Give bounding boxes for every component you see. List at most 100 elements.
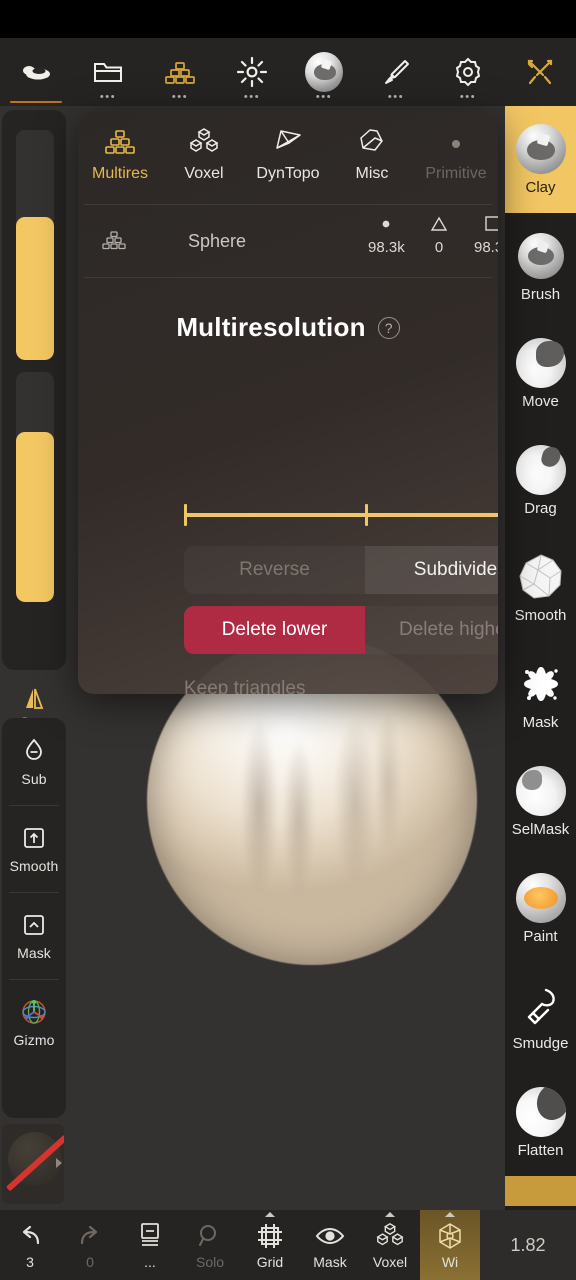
overflow-dots[interactable]: ••• [460, 92, 476, 103]
left-tool-mask[interactable]: Mask [2, 892, 66, 979]
left-tool-gizmo[interactable]: Gizmo [2, 979, 66, 1066]
brush-label: Brush [520, 285, 561, 303]
stat-triangles: 0 [428, 213, 450, 256]
brush-label: Smudge [512, 1034, 569, 1052]
square-up-arrow-icon [20, 824, 48, 852]
mesh-row[interactable]: Sphere 98.3k 0 98.3k [78, 205, 498, 277]
dot-icon [444, 126, 468, 156]
brush-item-next-partial[interactable] [505, 1176, 576, 1206]
wireframe-button[interactable]: Wi [420, 1210, 480, 1280]
page-title: Multiresolution [176, 312, 366, 342]
delete-lower-button[interactable]: Delete lower [184, 606, 365, 654]
topbar-item-tools[interactable] [504, 38, 576, 106]
slider-track [184, 513, 498, 517]
brush-label: Flatten [517, 1141, 564, 1159]
brush-item-move[interactable]: Move [505, 320, 576, 427]
topbar-item-sculpt-mode[interactable] [0, 38, 72, 106]
brush-item-flatten[interactable]: Flatten [505, 1069, 576, 1176]
left-tool-sub[interactable]: Sub [2, 718, 66, 805]
triangle-icon [428, 213, 450, 235]
stack-blocks-icon [96, 231, 132, 251]
overflow-dots[interactable]: ••• [172, 92, 188, 103]
brush-item-smudge[interactable]: Smudge [505, 962, 576, 1069]
topbar-item-files[interactable]: ••• [72, 38, 144, 106]
paint-sphere-icon [515, 872, 566, 923]
delete-higher-button[interactable]: Delete higher [365, 606, 498, 654]
mask-label: Mask [313, 1253, 347, 1270]
voxel-button[interactable]: Voxel [360, 1210, 420, 1280]
app-root: ••• ••• ••• ••• ••• ••• Sub Smooth Mask … [0, 0, 576, 1280]
tab-primitive[interactable]: Primitive [414, 126, 498, 183]
chevron-right-icon[interactable] [56, 1158, 62, 1168]
solo-label: Solo [195, 1253, 225, 1270]
tab-dyntopo[interactable]: DynTopo [246, 126, 330, 183]
gear-icon [449, 53, 487, 91]
grid-button[interactable]: Grid [240, 1210, 300, 1280]
reverse-button[interactable]: Reverse [184, 546, 365, 594]
overflow-dots[interactable]: ••• [316, 92, 332, 103]
overflow-dots[interactable]: ••• [244, 92, 260, 103]
tab-misc[interactable]: Misc [330, 126, 414, 183]
left-tool-smooth[interactable]: Smooth [2, 805, 66, 892]
tab-label: Voxel [184, 165, 224, 182]
subdivide-button-row: Reverse Subdivide [184, 546, 498, 594]
slider-tick [365, 504, 368, 526]
brush-item-mask[interactable]: Mask [505, 641, 576, 748]
vertex-dot-icon [379, 213, 393, 235]
divider [84, 277, 492, 278]
voxel-cubes-icon [188, 126, 220, 156]
undo-count: 3 [26, 1253, 34, 1270]
multires-level-slider[interactable] [184, 498, 498, 532]
topbar-item-material[interactable]: ••• [288, 38, 360, 106]
panel-tabs: Multires Voxel DynTopo Misc Primitive [78, 112, 498, 204]
tab-voxel[interactable]: Voxel [162, 126, 246, 183]
brush-sidebar: Clay Brush Move Drag Smooth Mask SelMask… [505, 106, 576, 1210]
selmask-sphere-icon [515, 765, 566, 816]
brush-intensity-slider[interactable] [16, 372, 54, 602]
brush-label: Smooth [514, 606, 567, 624]
topbar-item-settings[interactable]: ••• [432, 38, 504, 106]
undo-button[interactable]: 3 [0, 1210, 60, 1280]
panel-title-row: Multiresolution ? [78, 312, 498, 343]
brush-item-paint[interactable]: Paint [505, 855, 576, 962]
topbar-item-lighting[interactable]: ••• [216, 38, 288, 106]
voxel-label: Voxel [372, 1253, 408, 1270]
wrench-screwdriver-icon [521, 53, 559, 91]
brush-radius-slider[interactable] [16, 130, 54, 360]
undo-arrow-icon [16, 1221, 44, 1251]
keep-triangles-row[interactable]: Keep triangles [184, 667, 498, 694]
tab-multires[interactable]: Multires [78, 126, 162, 183]
slider-tick [184, 504, 187, 526]
material-swatch[interactable] [2, 1124, 64, 1204]
help-icon[interactable]: ? [377, 316, 400, 339]
stat-vertices: 98.3k [368, 213, 405, 256]
stat-value: 98.3k [474, 239, 498, 256]
layers-icon [137, 1221, 163, 1251]
misc-shape-icon [357, 126, 387, 156]
drag-sphere-icon [515, 444, 566, 495]
brush-item-smooth[interactable]: Smooth [505, 534, 576, 641]
smudge-icon [516, 980, 566, 1030]
mask-splat-icon [516, 659, 566, 709]
brush-item-clay[interactable]: Clay [505, 106, 576, 213]
redo-count: 0 [86, 1253, 94, 1270]
subdivide-button[interactable]: Subdivide [365, 546, 498, 594]
grid-frame-icon [256, 1221, 284, 1251]
gem-icon [272, 126, 304, 156]
left-tool-label: Sub [21, 770, 47, 787]
brush-item-drag[interactable]: Drag [505, 427, 576, 534]
overflow-dots[interactable]: ••• [100, 92, 116, 103]
layers-button[interactable]: ... [120, 1210, 180, 1280]
overflow-dots[interactable]: ••• [388, 92, 404, 103]
left-tool-label: Gizmo [13, 1031, 55, 1048]
brush-item-brush[interactable]: Brush [505, 213, 576, 320]
topbar-item-brush[interactable]: ••• [360, 38, 432, 106]
magnifier-icon [196, 1221, 224, 1251]
mask-visibility-button[interactable]: Mask [300, 1210, 360, 1280]
brush-item-selmask[interactable]: SelMask [505, 748, 576, 855]
topbar-item-topology[interactable]: ••• [144, 38, 216, 106]
solo-button[interactable]: Solo [180, 1210, 240, 1280]
flatten-sphere-icon [515, 1086, 566, 1137]
move-sphere-icon [515, 337, 566, 388]
redo-button[interactable]: 0 [60, 1210, 120, 1280]
